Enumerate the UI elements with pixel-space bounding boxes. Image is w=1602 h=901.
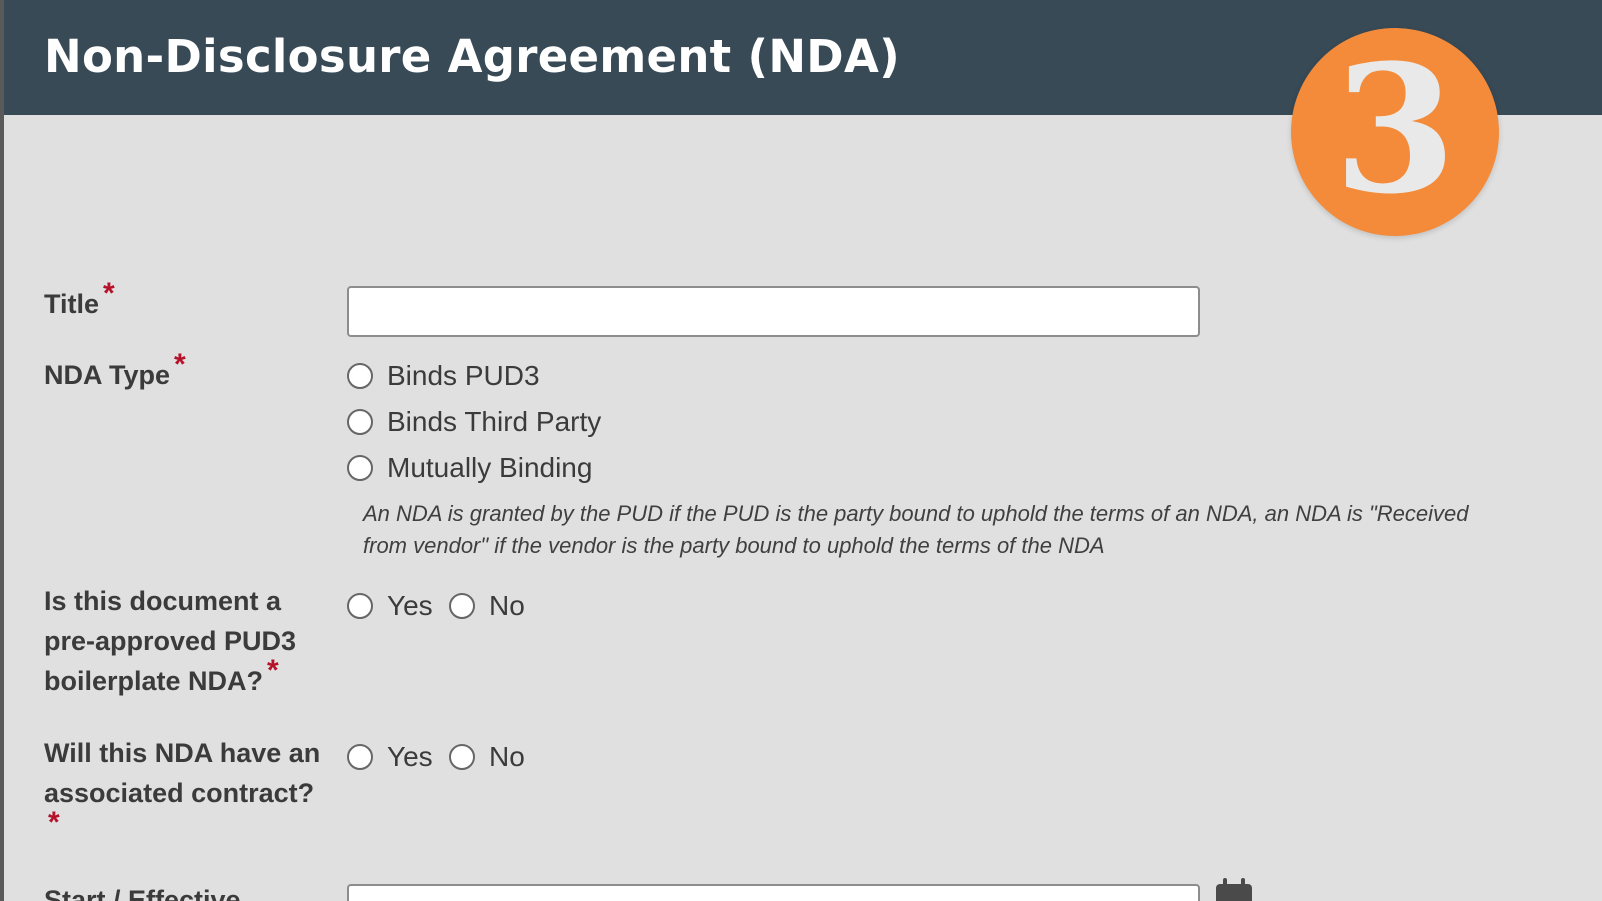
- option-label: No: [489, 590, 525, 621]
- radio-button[interactable]: [347, 409, 373, 435]
- radio-button[interactable]: [347, 363, 373, 389]
- option-label: Mutually Binding: [387, 452, 593, 483]
- option-label: Binds Third Party: [387, 406, 602, 437]
- associated-contract-label-line2: associated contract?: [44, 778, 315, 808]
- preapproved-no[interactable]: No: [449, 590, 525, 622]
- logo-digit: 3: [1333, 26, 1457, 233]
- title-input[interactable]: [347, 286, 1200, 337]
- associated-contract-yes[interactable]: Yes: [347, 741, 433, 773]
- window-left-border: [0, 0, 4, 901]
- radio-button[interactable]: [347, 455, 373, 481]
- nda-type-option-binds-third-party[interactable]: Binds Third Party: [347, 406, 601, 438]
- start-date-label: Start / Effective: [44, 885, 241, 901]
- option-label: No: [489, 741, 525, 772]
- nda-type-label-text: NDA Type: [44, 360, 171, 390]
- associated-contract-label: Will this NDA have an associated contrac…: [44, 733, 320, 853]
- option-label: Binds PUD3: [387, 360, 540, 391]
- radio-button[interactable]: [347, 593, 373, 619]
- radio-button[interactable]: [347, 744, 373, 770]
- nda-type-option-binds-pud3[interactable]: Binds PUD3: [347, 360, 540, 392]
- required-marker: *: [174, 348, 186, 381]
- required-marker: *: [103, 277, 115, 310]
- nda-type-option-mutually-binding[interactable]: Mutually Binding: [347, 452, 592, 484]
- preapproved-label-line2: pre-approved PUD3: [44, 626, 297, 656]
- title-label-text: Title: [44, 289, 100, 319]
- radio-button[interactable]: [449, 744, 475, 770]
- option-label: Yes: [387, 590, 433, 621]
- start-date-input[interactable]: [347, 884, 1200, 901]
- associated-contract-no[interactable]: No: [449, 741, 525, 773]
- nda-type-help-text: An NDA is granted by the PUD if the PUD …: [363, 501, 1469, 558]
- nda-type-label: NDA Type *: [44, 348, 186, 395]
- required-marker: *: [48, 806, 60, 839]
- pud3-logo: 3: [1291, 28, 1499, 236]
- preapproved-label-line1: Is this document a: [44, 586, 282, 616]
- page-title: Non-Disclosure Agreement (NDA): [44, 30, 900, 83]
- preapproved-label: Is this document a pre-approved PUD3 boi…: [44, 581, 296, 701]
- preapproved-label-line3: boilerplate NDA?: [44, 666, 264, 696]
- option-label: Yes: [387, 741, 433, 772]
- preapproved-yes[interactable]: Yes: [347, 590, 433, 622]
- radio-button[interactable]: [449, 593, 475, 619]
- required-marker: *: [267, 654, 279, 687]
- title-label: Title *: [44, 277, 115, 324]
- associated-contract-label-line1: Will this NDA have an: [44, 738, 321, 768]
- calendar-icon[interactable]: [1216, 878, 1252, 901]
